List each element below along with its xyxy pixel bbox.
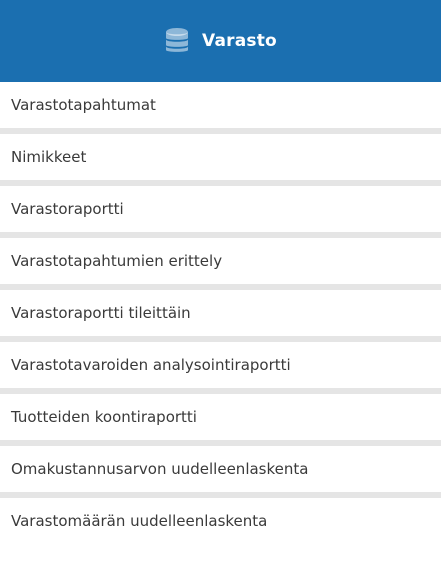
menu-item-varastoraportti[interactable]: Varastoraportti — [0, 186, 441, 238]
menu-header: Varasto — [0, 0, 441, 82]
menu-item-varastotapahtumien-erittely[interactable]: Varastotapahtumien erittely — [0, 238, 441, 290]
menu-item-varastotapahtumat[interactable]: Varastotapahtumat — [0, 82, 441, 134]
menu-list: Varastotapahtumat Nimikkeet Varastorapor… — [0, 82, 441, 550]
menu-item-nimikkeet[interactable]: Nimikkeet — [0, 134, 441, 186]
menu-item-varastoraportti-tileittain[interactable]: Varastoraportti tileittäin — [0, 290, 441, 342]
menu-item-tuotteiden-koontiraportti[interactable]: Tuotteiden koontiraportti — [0, 394, 441, 446]
menu-item-varastotavaroiden-analysointiraportti[interactable]: Varastotavaroiden analysointiraportti — [0, 342, 441, 394]
database-icon — [164, 27, 190, 55]
menu-item-varastomaaran-uudelleenlaskenta[interactable]: Varastomäärän uudelleenlaskenta — [0, 498, 441, 550]
menu-header-content: Varasto — [164, 27, 277, 55]
menu-item-omakustannusarvon-uudelleenlaskenta[interactable]: Omakustannusarvon uudelleenlaskenta — [0, 446, 441, 498]
warehouse-menu-panel: Varasto Varastotapahtumat Nimikkeet Vara… — [0, 0, 441, 568]
menu-title: Varasto — [202, 31, 277, 51]
